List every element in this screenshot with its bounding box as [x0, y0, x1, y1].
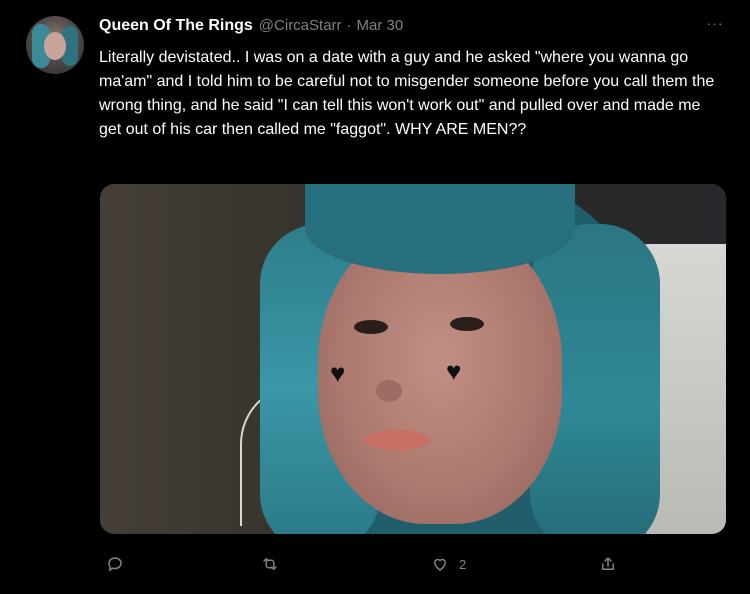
more-options-icon[interactable]: ··· — [704, 16, 726, 36]
retweet-icon — [263, 558, 277, 570]
reply-icon — [108, 557, 122, 572]
tweet[interactable]: Queen Of The Rings @CircaStarr · Mar 30 … — [0, 0, 750, 594]
heart-icon: ♥ — [330, 358, 346, 388]
tweet-text: Literally devistated.. I was on a date w… — [99, 49, 715, 138]
share-button[interactable] — [599, 552, 627, 576]
tweet-actions: 2 — [0, 546, 750, 582]
author-display-name[interactable]: Queen Of The Rings — [99, 17, 253, 35]
tweet-header: Queen Of The Rings @CircaStarr · Mar 30 — [99, 17, 403, 41]
share-icon — [602, 557, 614, 570]
photo-eye-left — [354, 320, 388, 334]
avatar-face — [44, 32, 66, 60]
photo-nose — [376, 380, 402, 402]
photo-lips — [364, 430, 430, 450]
author-handle[interactable]: @CircaStarr — [259, 17, 342, 34]
avatar[interactable] — [26, 16, 84, 74]
header-separator: · — [346, 17, 352, 34]
heart-outline-icon — [434, 558, 446, 571]
photo-eye-right — [450, 317, 484, 331]
like-button[interactable]: 2 — [431, 552, 466, 576]
tweet-media-photo[interactable]: ♥ ♥ — [100, 184, 726, 534]
reply-button[interactable] — [106, 552, 134, 576]
retweet-button[interactable] — [261, 552, 289, 576]
photo-hair-bangs — [305, 184, 575, 274]
like-count: 2 — [459, 556, 467, 572]
heart-icon: ♥ — [446, 356, 462, 386]
tweet-date[interactable]: Mar 30 — [357, 17, 404, 34]
